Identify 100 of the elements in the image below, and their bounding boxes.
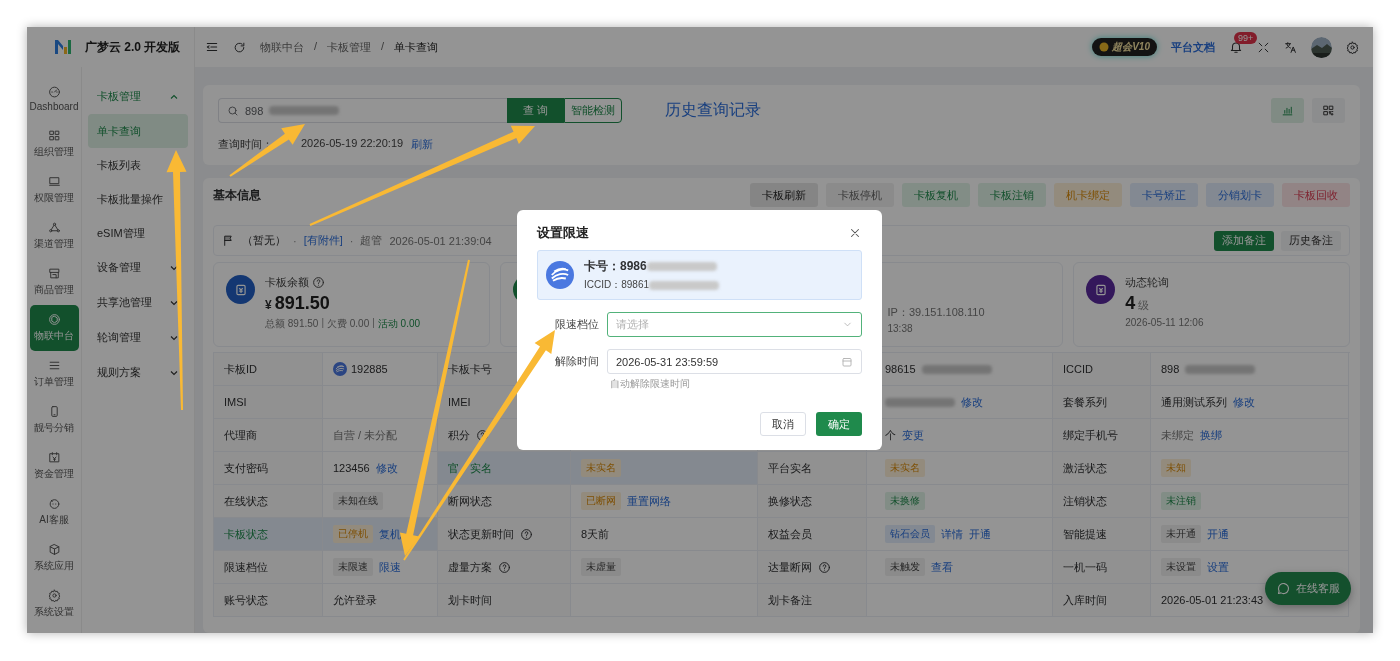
sidebar-group[interactable]: 轮询管理 <box>82 320 194 355</box>
field-label: 支付密码 <box>224 460 268 476</box>
field-label: 断网状态 <box>448 493 492 509</box>
action-link[interactable]: 修改 <box>375 460 398 476</box>
field-label: 卡板ID <box>224 361 257 377</box>
sidebar-group[interactable]: 规则方案 <box>82 355 194 390</box>
rail-item[interactable]: 渠道管理 <box>29 213 79 259</box>
stat-subtitle: IP：39.151.108.110 <box>887 305 985 320</box>
sidebar-item[interactable]: 卡板列表 <box>88 148 188 182</box>
cell-text: 允许登录 <box>333 592 377 608</box>
query-time: 2026-05-19 22:20:19 <box>301 137 404 151</box>
rail-item[interactable]: 系统设置 <box>29 581 79 627</box>
rail-item[interactable]: 组织管理 <box>29 121 79 167</box>
action-button[interactable]: 卡板刷新 <box>750 183 818 207</box>
action-link[interactable]: 详情 <box>941 526 963 542</box>
box-icon <box>47 543 61 556</box>
field-label: 卡板状态 <box>224 526 268 542</box>
action-link[interactable]: 复机 <box>379 526 401 542</box>
sidebar-item[interactable]: eSIM管理 <box>88 216 188 250</box>
refresh-link[interactable]: 刷新 <box>411 137 434 152</box>
action-button[interactable]: 分销划卡 <box>1206 183 1274 207</box>
sidebar-group[interactable]: 设备管理 <box>82 250 194 285</box>
action-link[interactable]: [有附件] <box>303 233 343 248</box>
help-icon <box>476 428 489 442</box>
close-button[interactable] <box>848 226 862 240</box>
field-label: 实名 <box>470 460 492 476</box>
detect-button[interactable]: 智能检测 <box>564 98 623 123</box>
dialog-title: 设置限速 <box>537 224 589 242</box>
card-number: 卡号：8986 <box>584 258 647 275</box>
chat-icon <box>1276 581 1291 596</box>
query-time-label: 查询时间： <box>218 137 273 152</box>
carrier-icon <box>333 362 347 376</box>
rail-item[interactable]: 物联中台 <box>29 305 79 351</box>
rail-item[interactable]: 订单管理 <box>29 351 79 397</box>
search-field[interactable]: 898 <box>218 98 507 123</box>
rail-item[interactable]: 系统应用 <box>29 535 79 581</box>
stat-icon <box>1086 275 1116 304</box>
bell-icon <box>1229 40 1243 54</box>
action-button[interactable]: 卡板回收 <box>1282 183 1350 207</box>
stat-detail: 2026-05-11 12:06 <box>1125 317 1204 328</box>
select-field[interactable]: 请选择 <box>607 312 862 337</box>
rail-item[interactable]: 靓号分销 <box>29 397 79 443</box>
status-tag: 未实名 <box>581 459 621 477</box>
action-button[interactable]: 机卡绑定 <box>1054 183 1122 207</box>
calendar-icon <box>841 355 853 368</box>
cell-text: （暂无） <box>242 233 286 248</box>
rail-item[interactable]: Dashboard <box>29 75 79 121</box>
action-link[interactable]: 设置 <box>1207 559 1229 575</box>
qr-button[interactable] <box>1312 98 1345 123</box>
sidebar-group[interactable]: 共享池管理 <box>82 285 194 320</box>
status-tag: 未虚量 <box>581 558 621 576</box>
action-link[interactable]: 修改 <box>1233 394 1255 410</box>
help-icon <box>520 527 533 541</box>
field-label: 官 <box>448 460 459 476</box>
status-tag: 未限速 <box>333 558 373 576</box>
rail-item[interactable]: 商品管理 <box>29 259 79 305</box>
action-button[interactable]: 卡板注销 <box>978 183 1046 207</box>
online-support-button[interactable]: 在线客服 <box>1265 572 1351 605</box>
search-button[interactable]: 查 询 <box>507 98 565 123</box>
redacted-blur <box>649 280 720 290</box>
action-link[interactable]: 查看 <box>931 559 953 575</box>
field-label: 虚量方案 <box>448 559 492 575</box>
fullscreen-icon <box>1257 40 1270 54</box>
action-link[interactable]: 变更 <box>902 427 924 443</box>
cell-text: 8天前 <box>581 526 610 542</box>
field-label: IMSI <box>224 396 247 408</box>
action-link[interactable]: 重置网络 <box>627 493 671 509</box>
date-field[interactable]: 2026-05-31 23:59:59 <box>607 349 862 374</box>
remark-button[interactable]: 添加备注 <box>1214 230 1274 251</box>
action-link[interactable]: 换绑 <box>1200 427 1222 443</box>
separator-dot: · <box>349 234 354 247</box>
rail-item[interactable]: AI客服 <box>29 489 79 535</box>
field-label: 绑定手机号 <box>1063 427 1118 443</box>
remark-button[interactable]: 历史备注 <box>1281 230 1341 251</box>
confirm-button[interactable]: 确定 <box>816 412 862 436</box>
action-button[interactable]: 卡号矫正 <box>1130 183 1198 207</box>
notification-badge: 99+ <box>1234 32 1258 44</box>
section-title: 基本信息 <box>213 186 262 204</box>
sidebar-item[interactable]: 单卡查询 <box>88 114 188 148</box>
action-link[interactable]: 开通 <box>1207 526 1229 542</box>
action-link[interactable]: 限速 <box>379 559 401 575</box>
sidebar-item[interactable]: 卡板批量操作 <box>88 182 188 216</box>
gauge-icon <box>47 84 61 98</box>
action-link[interactable]: 开通 <box>969 526 991 542</box>
sidebar-group[interactable]: 卡板管理 <box>82 79 194 114</box>
breadcrumb-item[interactable]: 单卡查询 <box>394 39 439 55</box>
cancel-button[interactable]: 取消 <box>760 412 806 436</box>
stat-detail: 总额 891.50 <box>265 317 319 331</box>
rail-item[interactable]: 资金管理 <box>29 443 79 489</box>
history-link[interactable]: 历史查询记录 <box>665 100 762 121</box>
status-tag: 未知在线 <box>333 492 383 510</box>
breadcrumb-item[interactable]: 卡板管理 <box>327 39 372 55</box>
rail-item[interactable]: 权限管理 <box>29 167 79 213</box>
docs-link[interactable]: 平台文档 <box>1171 39 1215 55</box>
action-button[interactable]: 卡板停机 <box>826 183 894 207</box>
action-button[interactable]: 卡板复机 <box>902 183 970 207</box>
breadcrumb-item[interactable]: 物联中台 <box>260 39 304 55</box>
action-link[interactable]: 修改 <box>961 394 983 410</box>
field-label: 状态更新时间 <box>448 526 514 542</box>
field-label: IMEI <box>448 396 471 408</box>
